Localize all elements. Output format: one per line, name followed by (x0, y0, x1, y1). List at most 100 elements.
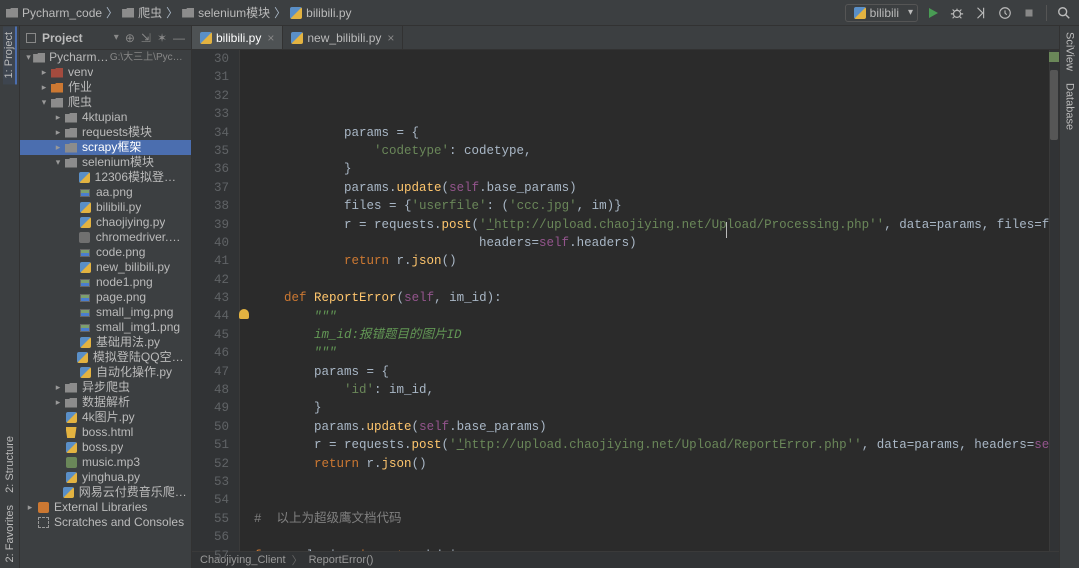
chevron-right-icon[interactable] (52, 380, 64, 395)
chevron-down-icon[interactable] (38, 95, 50, 110)
tree-row[interactable]: 12306模拟登陆.py (20, 170, 191, 185)
tool-database-tab[interactable]: Database (1064, 77, 1076, 136)
run-button[interactable] (924, 4, 942, 22)
tree-row[interactable]: 4k图片.py (20, 410, 191, 425)
tree-row[interactable]: External Libraries (20, 500, 191, 515)
exe-icon (78, 232, 92, 244)
tool-project-tab[interactable]: 1: Project (3, 26, 17, 84)
tree-row[interactable]: node1.png (20, 275, 191, 290)
tool-structure-tab[interactable]: 2: Structure (4, 430, 16, 499)
tree-item-label: External Libraries (54, 500, 147, 515)
project-icon (26, 33, 36, 43)
line-number: 50 (192, 418, 229, 436)
tree-row[interactable]: Scratches and Consoles (20, 515, 191, 530)
breadcrumb-item[interactable]: 爬虫 (122, 4, 162, 21)
chevron-down-icon[interactable] (24, 50, 33, 65)
tree-row[interactable]: yinghua.py (20, 470, 191, 485)
editor-body[interactable]: 3031323334353637383940414243444546474849… (192, 50, 1059, 551)
code-breadcrumb-item[interactable]: ReportError() (309, 554, 374, 566)
tree-row[interactable]: aa.png (20, 185, 191, 200)
editor-tab[interactable]: bilibili.py× (192, 26, 283, 49)
view-mode-dropdown[interactable]: ▾ (114, 32, 119, 43)
img-icon (78, 307, 92, 319)
editor-scrollbar[interactable] (1049, 50, 1059, 551)
tree-row[interactable]: requests模块 (20, 125, 191, 140)
tool-sciview-tab[interactable]: SciView (1064, 26, 1076, 77)
tree-item-label: aa.png (96, 185, 133, 200)
run-with-coverage-button[interactable] (972, 4, 990, 22)
chevron-right-icon[interactable] (52, 110, 64, 125)
tree-row[interactable]: code.png (20, 245, 191, 260)
breadcrumb-item[interactable]: Pycharm_code (6, 6, 102, 20)
close-icon[interactable]: × (387, 31, 394, 45)
tree-row[interactable]: page.png (20, 290, 191, 305)
tree-item-label: venv (68, 65, 93, 80)
profile-button[interactable] (996, 4, 1014, 22)
top-bar: Pycharm_code〉爬虫〉selenium模块〉bilibili.py b… (0, 0, 1079, 26)
code-line: } (254, 399, 1049, 417)
breadcrumb-item[interactable]: bilibili.py (290, 6, 351, 20)
stop-button[interactable] (1020, 4, 1038, 22)
tree-row[interactable]: scrapy框架 (20, 140, 191, 155)
project-tree[interactable]: Pycharm_code G:\大三上\Pycharm_covenv作业爬虫4k… (20, 50, 191, 568)
tree-row[interactable]: chromedriver.exe (20, 230, 191, 245)
tree-row[interactable]: 数据解析 (20, 395, 191, 410)
py-icon (64, 412, 78, 424)
hide-button[interactable]: — (173, 31, 185, 45)
tree-row[interactable]: 异步爬虫 (20, 380, 191, 395)
code-line: return r.json() (254, 252, 1049, 270)
scroll-from-source-button[interactable]: ⊕ (125, 31, 135, 45)
breadcrumb-item[interactable]: selenium模块 (182, 4, 270, 21)
tree-row[interactable]: chaojiying.py (20, 215, 191, 230)
tree-row[interactable]: boss.py (20, 440, 191, 455)
folder-icon (50, 67, 64, 79)
settings-button[interactable]: ✶ (157, 31, 167, 45)
breadcrumb-label: 爬虫 (138, 4, 162, 21)
close-icon[interactable]: × (267, 31, 274, 45)
tree-row[interactable]: 4ktupian (20, 110, 191, 125)
tree-item-label: chromedriver.exe (96, 230, 187, 245)
chevron-down-icon[interactable] (52, 155, 64, 170)
tree-row[interactable]: bilibili.py (20, 200, 191, 215)
tree-row[interactable]: 基础用法.py (20, 335, 191, 350)
chevron-right-icon[interactable] (24, 500, 36, 515)
tree-row[interactable]: music.mp3 (20, 455, 191, 470)
debug-button[interactable] (948, 4, 966, 22)
tree-row[interactable]: 作业 (20, 80, 191, 95)
tree-row[interactable]: 爬虫 (20, 95, 191, 110)
tree-row[interactable]: 模拟登陆QQ空间.py (20, 350, 191, 365)
tree-item-label: page.png (96, 290, 146, 305)
chevron-right-icon[interactable] (38, 65, 50, 80)
search-everywhere-button[interactable] (1055, 4, 1073, 22)
tree-row[interactable]: 网易云付费音乐爬取.py (20, 485, 191, 500)
chevron-right-icon[interactable] (52, 395, 64, 410)
chevron-right-icon[interactable] (38, 80, 50, 95)
chevron-right-icon[interactable] (52, 125, 64, 140)
line-number: 34 (192, 124, 229, 142)
line-number: 31 (192, 68, 229, 86)
collapse-all-button[interactable]: ⇲ (141, 31, 151, 45)
code-line: files = {'userfile': ('ccc.jpg', im)} (254, 197, 1049, 215)
tree-row[interactable]: boss.html (20, 425, 191, 440)
tree-row[interactable]: 自动化操作.py (20, 365, 191, 380)
line-number: 47 (192, 363, 229, 381)
tree-row[interactable]: venv (20, 65, 191, 80)
tree-row[interactable]: Pycharm_code G:\大三上\Pycharm_co (20, 50, 191, 65)
tree-row[interactable]: selenium模块 (20, 155, 191, 170)
tree-item-label: 异步爬虫 (82, 380, 130, 395)
editor-tab[interactable]: new_bilibili.py× (283, 26, 403, 49)
tool-favorites-tab[interactable]: 2: Favorites (4, 499, 16, 568)
tree-row[interactable]: new_bilibili.py (20, 260, 191, 275)
tree-row[interactable]: small_img1.png (20, 320, 191, 335)
folder-icon (182, 8, 194, 18)
tree-item-label: new_bilibili.py (96, 260, 170, 275)
scroll-thumb[interactable] (1050, 70, 1058, 140)
chevron-right-icon[interactable] (52, 140, 64, 155)
tree-row[interactable]: small_img.png (20, 305, 191, 320)
mp3-icon (64, 457, 78, 469)
run-config-select[interactable]: bilibili (845, 4, 918, 22)
line-number: 56 (192, 528, 229, 546)
main-row: 1: Project 2: Structure 2: Favorites Pro… (0, 26, 1079, 568)
line-number: 49 (192, 399, 229, 417)
code-area[interactable]: params = { 'codetype': codetype, } param… (240, 50, 1049, 551)
